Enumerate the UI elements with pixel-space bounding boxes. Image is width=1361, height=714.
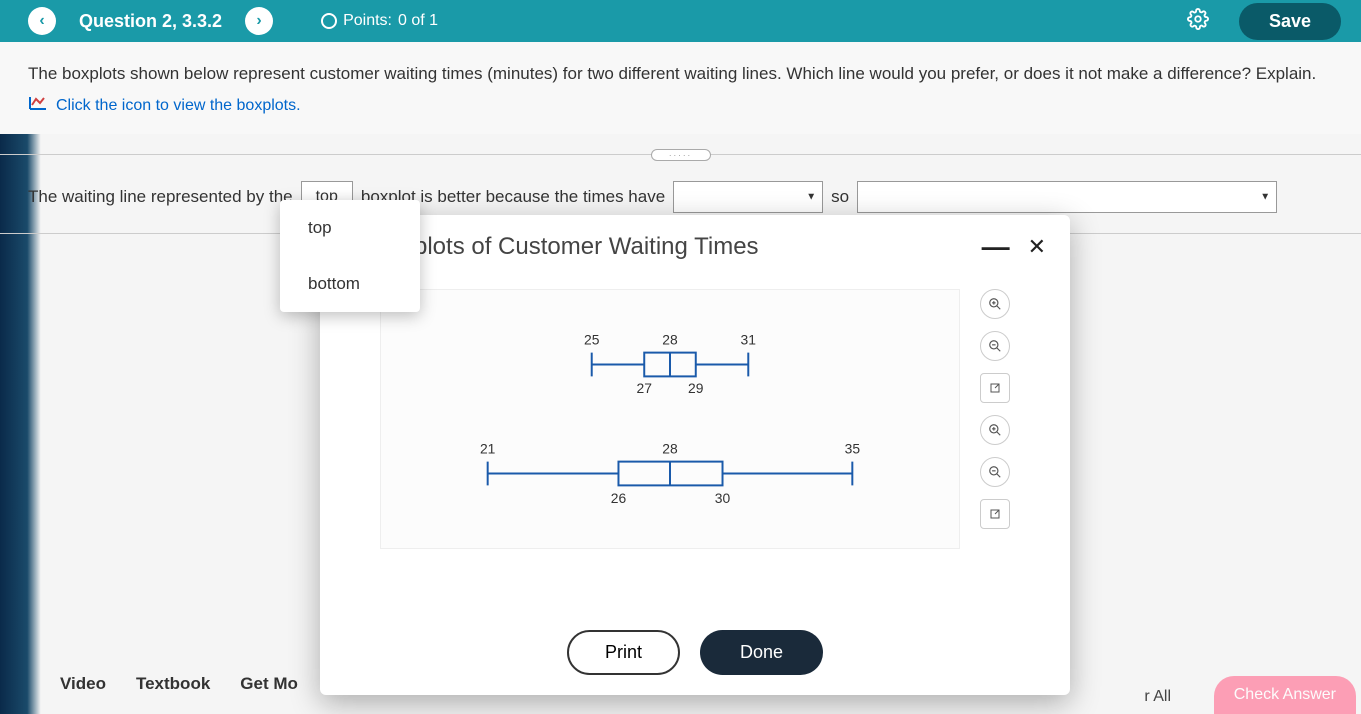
points-label: Points: [343,12,392,30]
zoom-out-top-button[interactable] [980,331,1010,361]
label-top-min: 25 [584,332,600,348]
gear-icon[interactable] [1187,8,1209,35]
position-dropdown-menu: top bottom [280,200,420,312]
chevron-down-icon: ▼ [806,192,816,203]
boxplot-modal: plots of Customer Waiting Times — ✕ 25 2… [320,215,1070,695]
drag-handle[interactable]: ····· [651,149,711,161]
modal-title: plots of Customer Waiting Times [344,233,982,261]
modal-body: 25 28 31 27 29 21 28 35 26 [320,279,1070,610]
top-header: ‹ Question 2, 3.3.2 › Points: 0 of 1 Sav… [0,0,1361,42]
boxplot-svg: 25 28 31 27 29 21 28 35 26 [411,310,929,528]
expand-top-button[interactable] [980,373,1010,403]
answer-text-1: The waiting line represented by the [28,187,293,207]
dropdown-option-top[interactable]: top [280,200,420,256]
get-more-link[interactable]: Get Mo [240,674,298,694]
print-button[interactable]: Print [567,630,680,675]
boxplot-top: 25 28 31 27 29 [584,332,756,397]
question-text: The boxplots shown below represent custo… [28,60,1333,87]
view-boxplots-link[interactable]: Click the icon to view the boxplots. [28,95,1333,116]
label-bot-min: 21 [480,441,496,457]
question-number: Question 2, 3.3.2 [79,11,222,32]
modal-footer: Print Done [320,610,1070,695]
zoom-controls [980,289,1010,529]
boxplot-chart: 25 28 31 27 29 21 28 35 26 [380,289,960,549]
reason-dropdown-2[interactable]: ▼ [857,181,1277,213]
minimize-icon[interactable]: — [982,231,1010,263]
chevron-down-icon: ▼ [1260,192,1270,203]
label-bot-max: 35 [845,441,861,457]
reason-dropdown-1[interactable]: ▼ [673,181,823,213]
label-top-max: 31 [741,332,757,348]
zoom-in-bottom-button[interactable] [980,415,1010,445]
points-status-icon [321,13,337,29]
label-bot-q1: 26 [611,490,627,506]
answer-text-so: so [831,187,849,207]
next-question-button[interactable]: › [245,7,273,35]
expand-bottom-button[interactable] [980,499,1010,529]
close-icon[interactable]: ✕ [1028,234,1046,260]
view-boxplots-text: Click the icon to view the boxplots. [56,97,301,115]
boxplot-bottom: 21 28 35 26 30 [480,441,860,507]
dropdown-option-bottom[interactable]: bottom [280,256,420,312]
check-answer-button[interactable]: Check Answer [1214,676,1356,714]
textbook-link[interactable]: Textbook [136,674,210,694]
label-bot-median: 28 [662,441,678,457]
label-top-median: 28 [662,332,678,348]
chart-icon [28,95,48,116]
label-bot-q3: 30 [715,490,731,506]
done-button[interactable]: Done [700,630,823,675]
save-button[interactable]: Save [1239,3,1341,40]
video-link[interactable]: Video [60,674,106,694]
question-content: The boxplots shown below represent custo… [0,42,1361,134]
zoom-in-top-button[interactable] [980,289,1010,319]
prev-question-button[interactable]: ‹ [28,7,56,35]
zoom-out-bottom-button[interactable] [980,457,1010,487]
label-top-q3: 29 [688,380,704,396]
points-display: Points: 0 of 1 [321,12,438,30]
label-top-q1: 27 [637,380,653,396]
points-value: 0 of 1 [398,12,438,30]
modal-header: plots of Customer Waiting Times — ✕ [320,215,1070,279]
clear-all-partial[interactable]: r All [1144,688,1171,706]
